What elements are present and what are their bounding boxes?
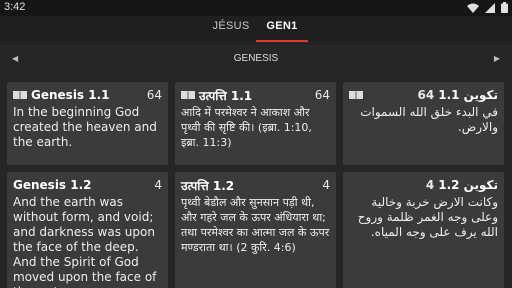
verse-ref: उत्पत्ति 1.1 bbox=[199, 88, 253, 103]
signal-icon bbox=[485, 2, 495, 13]
book-navigation-bar: ◀ GENESIS ▶ bbox=[0, 44, 512, 74]
status-bar: 3:42 bbox=[0, 0, 512, 16]
verse-grid: Genesis 1.1 64 In the beginning God crea… bbox=[0, 74, 512, 288]
book-icon bbox=[349, 91, 363, 100]
wifi-icon bbox=[467, 3, 479, 13]
status-icons bbox=[467, 2, 508, 13]
verse-ref-wrap: 4 تكوين 1.2 bbox=[426, 178, 498, 192]
verse-count: 4 bbox=[322, 178, 330, 192]
verse-ref: تكوين 1.2 bbox=[438, 178, 498, 192]
verse-text: पृथ्वी बेडौल और सुनसान पड़ी थी, और गहरे … bbox=[181, 196, 330, 254]
verse-count: 4 bbox=[425, 178, 435, 192]
verse-card[interactable]: 4 تكوين 1.2 وكانت الارض خربة وخالية وعلى… bbox=[343, 172, 504, 288]
verse-count: 64 bbox=[146, 88, 162, 102]
verse-ref: Genesis 1.2 bbox=[13, 178, 92, 192]
verse-text: आदि में परमेश्वर ने आकाश और पृथ्वी की सृ… bbox=[181, 106, 312, 149]
triangle-right-icon[interactable]: ▶ bbox=[494, 54, 500, 63]
verse-ref-wrap: Genesis 1.1 bbox=[13, 88, 110, 102]
verse-card[interactable]: उत्पत्ति 1.2 4 पृथ्वी बेडौल और सुनसान पड… bbox=[175, 172, 336, 288]
verse-card[interactable]: Genesis 1.1 64 In the beginning God crea… bbox=[7, 82, 168, 165]
book-title: GENESIS bbox=[233, 53, 279, 64]
tab-label: JÉSUS bbox=[212, 20, 250, 32]
status-time: 3:42 bbox=[4, 1, 26, 13]
verse-ref: उत्पत्ति 1.2 bbox=[181, 178, 235, 193]
verse-count: 4 bbox=[154, 178, 162, 192]
verse-text: In the beginning God created the heaven … bbox=[13, 105, 157, 149]
battery-icon bbox=[501, 2, 508, 13]
verse-text: And the earth was without form, and void… bbox=[13, 195, 157, 288]
verse-card[interactable]: उत्पत्ति 1.1 64 आदि में परमेश्वर ने आकाश… bbox=[175, 82, 336, 165]
verse-ref: تكوين 1.1 bbox=[438, 88, 498, 102]
tab-gen1[interactable]: GEN1 bbox=[256, 20, 308, 42]
tab-jesus[interactable]: JÉSUS bbox=[212, 20, 250, 42]
book-icon bbox=[181, 91, 195, 100]
verse-count: 64 bbox=[417, 88, 435, 102]
verse-text: وكانت الارض خربة وخالية وعلى وجه الغمر ظ… bbox=[357, 195, 498, 239]
verse-card[interactable]: 64 تكوين 1.1 في البدء خلق الله السموات و… bbox=[343, 82, 504, 165]
active-tab-indicator bbox=[256, 40, 308, 42]
book-icon bbox=[13, 91, 27, 100]
tab-label: GEN1 bbox=[266, 20, 298, 32]
verse-ref-wrap: उत्पत्ति 1.1 bbox=[181, 87, 252, 104]
verse-count: 64 bbox=[314, 88, 330, 102]
verse-text: في البدء خلق الله السموات والارض. bbox=[360, 105, 498, 134]
verse-ref: Genesis 1.1 bbox=[31, 88, 110, 102]
verse-ref-wrap: 64 تكوين 1.1 bbox=[418, 88, 498, 102]
tab-bar: JÉSUS GEN1 bbox=[0, 16, 512, 43]
verse-card[interactable]: Genesis 1.2 4 And the earth was without … bbox=[7, 172, 168, 288]
